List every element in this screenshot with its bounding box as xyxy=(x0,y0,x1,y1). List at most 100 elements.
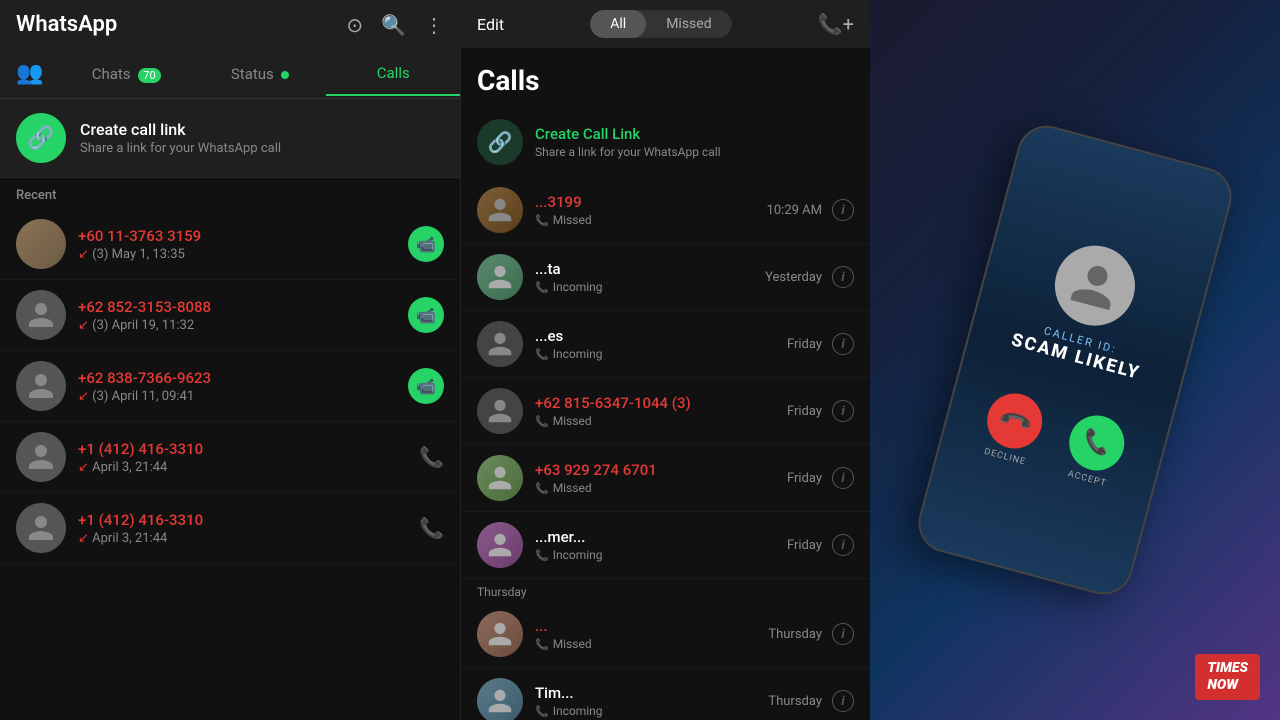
camera-icon[interactable]: ⊙ xyxy=(346,13,363,37)
recent-actions: 📹 xyxy=(408,368,444,404)
tab-chats[interactable]: Chats 70 xyxy=(59,53,193,95)
recent-actions: 📹 xyxy=(408,297,444,333)
phone-screen: CALLER ID: SCAM LIKELY 📞 DECLINE 📞 xyxy=(914,121,1235,598)
call-item[interactable]: +63 929 274 6701 📞 Missed Friday i xyxy=(461,445,870,512)
person-icon xyxy=(26,513,56,543)
video-call-button[interactable]: 📹 xyxy=(408,297,444,333)
call-avatar xyxy=(477,187,523,233)
recent-item[interactable]: +60 11-3763 3159 ↙ (3) May 1, 13:35 📹 xyxy=(0,209,460,280)
call-avatar xyxy=(477,611,523,657)
call-link-title: Create call link xyxy=(80,120,281,139)
person-icon xyxy=(486,397,514,425)
recent-label: Recent xyxy=(0,178,460,209)
call-name: ...mer... xyxy=(535,528,787,546)
person-icon xyxy=(486,330,514,358)
decline-wrapper: 📞 DECLINE xyxy=(977,388,1048,470)
recent-name: +1 (412) 416-3310 xyxy=(78,440,419,458)
recent-name: +1 (412) 416-3310 xyxy=(78,511,419,529)
center-panel: Edit All Missed 📞+ Calls 🔗 Create Call L… xyxy=(460,0,870,720)
center-link-text: Create Call Link Share a link for your W… xyxy=(535,125,721,159)
avatar xyxy=(16,290,66,340)
call-name: +62 815-6347-1044 (3) xyxy=(535,394,787,412)
recent-actions: 📹 xyxy=(408,226,444,262)
recent-info: +60 11-3763 3159 ↙ (3) May 1, 13:35 xyxy=(78,227,408,262)
info-button[interactable]: i xyxy=(832,333,854,355)
info-button[interactable]: i xyxy=(832,534,854,556)
call-item[interactable]: +62 815-6347-1044 (3) 📞 Missed Friday i xyxy=(461,378,870,445)
recent-item[interactable]: +62 838-7366-9623 ↙ (3) April 11, 09:41 … xyxy=(0,351,460,422)
call-item[interactable]: Tim... 📞 Incoming Thursday i xyxy=(461,668,870,720)
call-avatar xyxy=(477,388,523,434)
call-avatar xyxy=(477,321,523,367)
video-call-button[interactable]: 📹 xyxy=(408,226,444,262)
recent-item[interactable]: +1 (412) 416-3310 ↙ April 3, 21:44 📞 xyxy=(0,493,460,564)
info-button[interactable]: i xyxy=(832,266,854,288)
recent-meta: ↙ (3) May 1, 13:35 xyxy=(78,247,408,262)
call-time: Yesterday xyxy=(765,270,822,285)
search-icon[interactable]: 🔍 xyxy=(381,13,406,37)
tab-calls[interactable]: Calls xyxy=(326,52,460,96)
recent-actions: 📞 xyxy=(419,516,444,540)
phone-icon: 📞 xyxy=(535,549,549,562)
person-icon xyxy=(1064,255,1125,316)
accept-label: ACCEPT xyxy=(1067,470,1108,490)
phone-icon: 📞 xyxy=(535,482,549,495)
call-link-subtitle: Share a link for your WhatsApp call xyxy=(80,141,281,156)
info-button[interactable]: i xyxy=(832,400,854,422)
calls-list: ...3199 📞 Missed 10:29 AM i ...ta 📞 Inco… xyxy=(461,177,870,720)
call-item[interactable]: ...ta 📞 Incoming Yesterday i xyxy=(461,244,870,311)
info-button[interactable]: i xyxy=(832,623,854,645)
recent-name: +62 838-7366-9623 xyxy=(78,369,408,387)
create-call-link-button[interactable]: 🔗 Create call link Share a link for your… xyxy=(0,99,460,178)
call-button[interactable]: 📞 xyxy=(419,445,444,469)
recent-item[interactable]: +62 852-3153-8088 ↙ (3) April 19, 11:32 … xyxy=(0,280,460,351)
call-item[interactable]: ...mer... 📞 Incoming Friday i xyxy=(461,512,870,579)
accept-wrapper: 📞 ACCEPT xyxy=(1059,410,1130,492)
avatar xyxy=(16,219,66,269)
filter-all-tab[interactable]: All xyxy=(590,10,646,38)
call-button[interactable]: 📞 xyxy=(419,516,444,540)
call-item[interactable]: ... 📞 Missed Thursday i xyxy=(461,601,870,668)
avatar xyxy=(16,503,66,553)
call-info: ...mer... 📞 Incoming xyxy=(535,528,787,562)
recent-actions: 📞 xyxy=(419,445,444,469)
recent-info: +62 838-7366-9623 ↙ (3) April 11, 09:41 xyxy=(78,369,408,404)
person-icon xyxy=(486,263,514,291)
people-icon[interactable]: 👥 xyxy=(0,49,59,98)
phone-icon: 📞 xyxy=(535,214,549,227)
tab-status[interactable]: Status xyxy=(193,53,327,95)
missed-arrow: ↙ xyxy=(78,318,89,333)
filter-missed-tab[interactable]: Missed xyxy=(646,10,731,38)
missed-arrow: ↙ xyxy=(78,389,89,404)
add-call-button[interactable]: 📞+ xyxy=(818,12,854,36)
call-item[interactable]: ...3199 📞 Missed 10:29 AM i xyxy=(461,177,870,244)
center-top: Edit All Missed 📞+ xyxy=(461,0,870,48)
call-info: ...3199 📞 Missed xyxy=(535,193,767,227)
person-icon xyxy=(486,196,514,224)
avatar xyxy=(16,432,66,482)
video-icon: 📹 xyxy=(416,306,436,325)
person-icon xyxy=(486,620,514,648)
call-type: 📞 Incoming xyxy=(535,548,787,562)
info-button[interactable]: i xyxy=(832,690,854,712)
center-create-call-link[interactable]: 🔗 Create Call Link Share a link for your… xyxy=(461,107,870,177)
left-panel: WhatsApp ⊙ 🔍 ⋮ 👥 Chats 70 Status Calls 🔗… xyxy=(0,0,460,720)
call-time: Friday xyxy=(787,538,822,553)
decline-button[interactable]: 📞 xyxy=(981,388,1048,455)
accept-button[interactable]: 📞 xyxy=(1063,410,1130,477)
thursday-label: Thursday xyxy=(461,579,870,601)
info-button[interactable]: i xyxy=(832,467,854,489)
call-item[interactable]: ...es 📞 Incoming Friday i xyxy=(461,311,870,378)
video-call-button[interactable]: 📹 xyxy=(408,368,444,404)
edit-button[interactable]: Edit xyxy=(477,15,504,34)
info-button[interactable]: i xyxy=(832,199,854,221)
phone-buttons: 📞 DECLINE 📞 ACCEPT xyxy=(977,388,1130,492)
call-info: ...es 📞 Incoming xyxy=(535,327,787,361)
recent-item[interactable]: +1 (412) 416-3310 ↙ April 3, 21:44 📞 xyxy=(0,422,460,493)
video-icon: 📹 xyxy=(416,377,436,396)
phone-icon: 📞 xyxy=(535,348,549,361)
menu-icon[interactable]: ⋮ xyxy=(424,13,444,37)
call-info: Tim... 📞 Incoming xyxy=(535,684,768,718)
call-time: Friday xyxy=(787,404,822,419)
call-info: ...ta 📞 Incoming xyxy=(535,260,765,294)
